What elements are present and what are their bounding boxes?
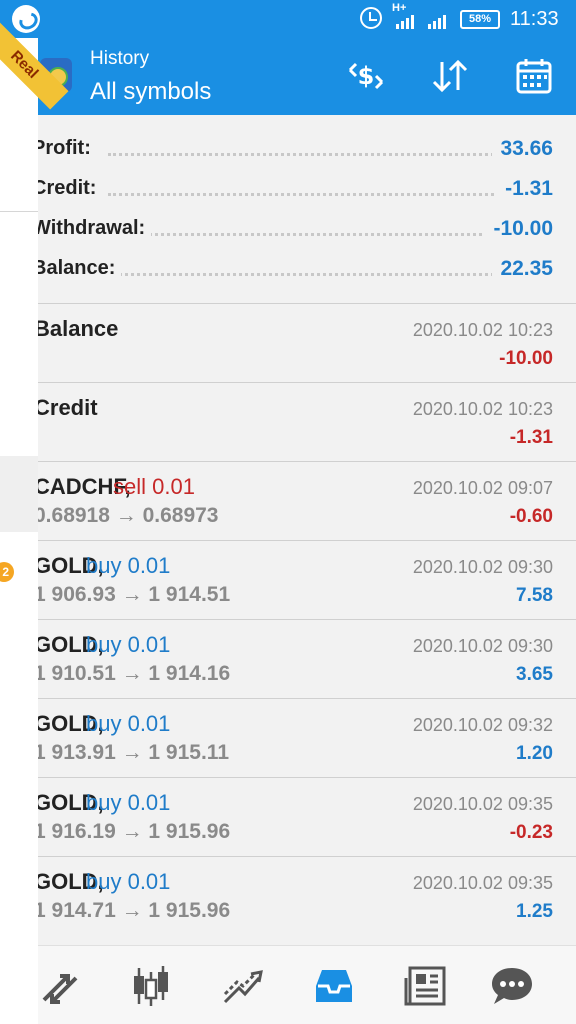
sort-icon[interactable] [430, 56, 470, 96]
dotted-leader [108, 233, 506, 236]
app-bar: History All symbols $ [38, 38, 576, 115]
deal-time: 2020.10.02 09:35 [412, 873, 553, 893]
deal-profit: -10.00 [499, 348, 553, 369]
deal-side: buy 0.01 [86, 869, 171, 894]
signal-icon [396, 13, 414, 29]
summary-label: Withdrawal: [38, 217, 152, 240]
deal-prices: 1 916.19 → 1 915.96 [38, 820, 231, 843]
deal-time: 2020.10.02 09:30 [412, 636, 553, 656]
calendar-icon[interactable] [514, 56, 554, 96]
symbol-filter[interactable]: All symbols [90, 78, 211, 106]
bottom-navigation [38, 945, 576, 1024]
deal-row[interactable]: GOLD, buy 0.01 1 914.71 → 1 915.96 2020.… [38, 856, 576, 934]
chart-icon[interactable] [129, 964, 173, 1008]
side-drawer[interactable]: 2 [0, 38, 38, 1024]
deal-prices: 1 910.51 → 1 914.16 [38, 662, 231, 685]
deal-prices: 1 913.91 → 1 915.11 [38, 741, 229, 764]
whatsapp-icon [12, 5, 40, 33]
deal-row[interactable]: Credit 2020.10.02 10:23 -1.31 [38, 382, 576, 460]
deal-side: buy 0.01 [86, 553, 171, 578]
summary-row-profit: Profit: 33.66 [38, 137, 576, 167]
deal-symbol: Credit [38, 395, 98, 420]
history-content[interactable]: Profit: 33.66 Credit: -1.31 Withdrawal: … [38, 115, 576, 945]
summary-value: 22.35 [492, 257, 553, 281]
deal-prices: 0.68918 → 0.68973 [38, 504, 219, 527]
signal-icon [428, 13, 446, 29]
deal-profit: 1.20 [516, 743, 553, 764]
deal-profit: -0.60 [509, 506, 553, 527]
deal-prices: 1 914.71 → 1 915.96 [38, 899, 231, 922]
summary-label: Profit: [38, 137, 97, 160]
summary-row-balance: Balance: 22.35 [38, 257, 576, 287]
deal-side: sell 0.01 [113, 474, 195, 499]
deal-row[interactable]: CADCHF, sell 0.01 0.68918 → 0.68973 2020… [38, 461, 576, 539]
deal-row[interactable]: GOLD, buy 0.01 1 916.19 → 1 915.96 2020.… [38, 777, 576, 855]
page-title: History [90, 48, 150, 69]
summary-value: -1.31 [497, 177, 553, 201]
deal-symbol: Balance [38, 316, 119, 341]
deal-time: 2020.10.02 09:35 [412, 794, 553, 814]
dotted-leader [108, 273, 506, 276]
deal-row[interactable]: GOLD, buy 0.01 1 910.51 → 1 914.16 2020.… [38, 619, 576, 697]
deal-time: 2020.10.02 09:07 [412, 478, 553, 498]
deal-profit: -0.23 [509, 822, 553, 843]
deal-profit: 7.58 [516, 585, 553, 606]
alarm-icon [360, 7, 382, 29]
deal-time: 2020.10.02 09:32 [412, 715, 553, 735]
trade-icon[interactable] [221, 964, 265, 1008]
dollar-exchange-icon[interactable]: $ [346, 56, 386, 96]
news-icon[interactable] [404, 964, 448, 1008]
clock: 11:33 [510, 8, 559, 30]
deal-row[interactable]: GOLD, buy 0.01 1 906.93 → 1 914.51 2020.… [38, 540, 576, 618]
battery-indicator: 58% [460, 10, 500, 29]
summary-row-credit: Credit: -1.31 [38, 177, 576, 207]
deal-side: buy 0.01 [86, 632, 171, 657]
svg-text:$: $ [358, 62, 375, 90]
summary-value: -10.00 [485, 217, 553, 241]
chat-icon[interactable] [490, 964, 534, 1008]
drawer-selected-item[interactable] [0, 456, 38, 532]
deal-row[interactable]: Balance 2020.10.02 10:23 -10.00 [38, 303, 576, 381]
quotes-icon[interactable] [38, 964, 82, 1008]
drawer-divider [0, 211, 38, 212]
notification-badge: 2 [0, 562, 14, 582]
deal-profit: 3.65 [516, 664, 553, 685]
deal-profit: 1.25 [516, 901, 553, 922]
summary-label: Credit: [38, 177, 103, 200]
deal-time: 2020.10.02 09:30 [412, 557, 553, 577]
summary-value: 33.66 [492, 137, 553, 161]
dotted-leader [108, 153, 506, 156]
summary-row-withdrawal: Withdrawal: -10.00 [38, 217, 576, 247]
deal-time: 2020.10.02 10:23 [412, 399, 553, 419]
summary-panel: Profit: 33.66 Credit: -1.31 Withdrawal: … [38, 115, 576, 303]
summary-label: Balance: [38, 257, 122, 280]
deal-profit: -1.31 [509, 427, 553, 448]
status-bar: H+ 58% 11:33 [0, 0, 576, 38]
dotted-leader [108, 193, 506, 196]
history-icon[interactable] [312, 964, 356, 1008]
deal-side: buy 0.01 [86, 790, 171, 815]
deal-time: 2020.10.02 10:23 [412, 320, 553, 340]
deal-side: buy 0.01 [86, 711, 171, 736]
deal-row[interactable]: GOLD, buy 0.01 1 913.91 → 1 915.11 2020.… [38, 698, 576, 776]
deal-prices: 1 906.93 → 1 914.51 [38, 583, 231, 606]
